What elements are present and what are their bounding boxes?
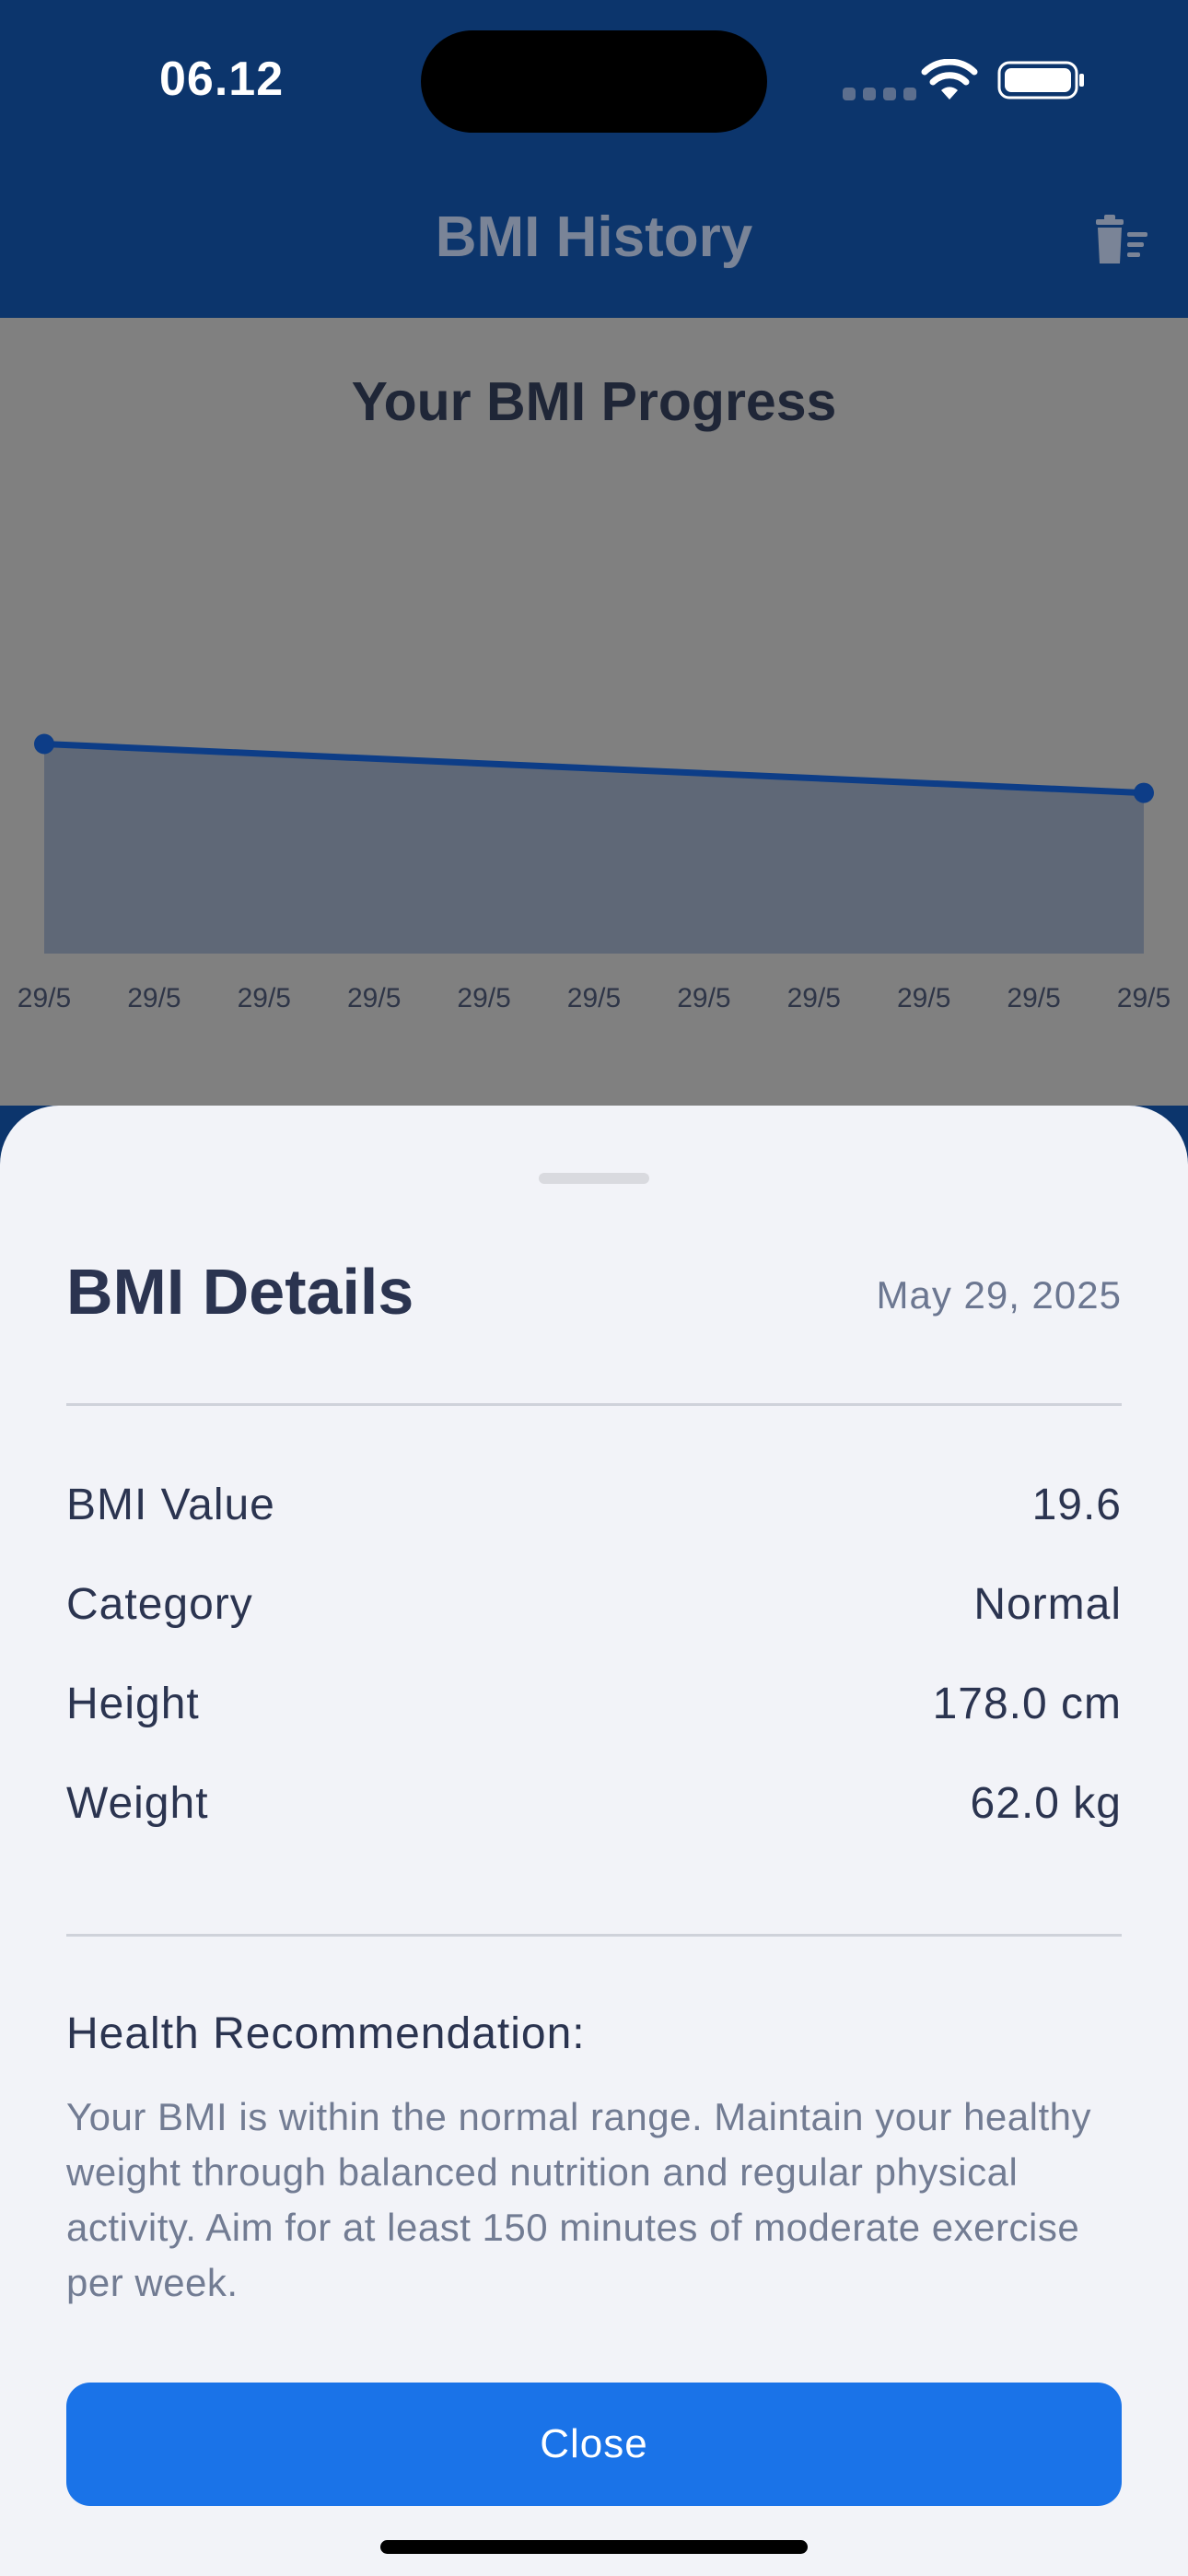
height-label: Height bbox=[66, 1680, 200, 1728]
battery-icon bbox=[997, 61, 1084, 100]
divider-bottom bbox=[66, 1934, 1122, 1937]
weight-value: 62.0 kg bbox=[970, 1779, 1122, 1828]
bmi-progress-chart: 29/5 29/5 29/5 29/5 29/5 29/5 29/5 29/5 29/5 29/5… bbox=[17, 733, 1171, 1013]
wifi-icon bbox=[921, 59, 978, 100]
recommendation-heading: Health Recommendation: bbox=[66, 2009, 586, 2058]
home-indicator[interactable] bbox=[380, 2540, 808, 2554]
x-tick-label: 29/5 bbox=[457, 983, 510, 1013]
sheet-date: May 29, 2025 bbox=[876, 1273, 1122, 1317]
divider-top bbox=[66, 1403, 1122, 1406]
x-tick-label: 29/5 bbox=[787, 983, 841, 1013]
cellular-signal-icon bbox=[843, 88, 916, 100]
height-value: 178.0 cm bbox=[932, 1680, 1122, 1728]
recommendation-text: Your BMI is within the normal range. Mai… bbox=[66, 2095, 1092, 2304]
x-tick-label: 29/5 bbox=[127, 983, 181, 1013]
x-tick-label: 29/5 bbox=[1117, 983, 1171, 1013]
page-title: BMI History bbox=[435, 205, 753, 269]
chart-area-fill bbox=[44, 744, 1144, 954]
x-tick-label: 29/5 bbox=[677, 983, 730, 1013]
weight-label: Weight bbox=[66, 1779, 209, 1828]
dynamic-island bbox=[421, 30, 767, 133]
chart-point-1[interactable] bbox=[1134, 782, 1154, 803]
screen: 06.12 BMI History Your BMI Progress 29/5… bbox=[0, 0, 1188, 2576]
x-tick-label: 29/5 bbox=[897, 983, 950, 1013]
sheet-title: BMI Details bbox=[66, 1256, 414, 1328]
trash-icon[interactable] bbox=[1092, 212, 1151, 267]
x-tick-label: 29/5 bbox=[1007, 983, 1060, 1013]
x-tick-label: 29/5 bbox=[567, 983, 621, 1013]
x-tick-label: 29/5 bbox=[347, 983, 401, 1013]
chart-point-0[interactable] bbox=[34, 733, 54, 755]
close-button[interactable]: Close bbox=[66, 2383, 1122, 2506]
category-value: Normal bbox=[973, 1580, 1122, 1629]
bmi-value-label: BMI Value bbox=[66, 1481, 275, 1529]
category-label: Category bbox=[66, 1580, 253, 1629]
status-time: 06.12 bbox=[159, 53, 285, 106]
x-tick-label: 29/5 bbox=[17, 983, 71, 1013]
x-tick-label: 29/5 bbox=[238, 983, 291, 1013]
bmi-value: 19.6 bbox=[1031, 1481, 1122, 1529]
sheet-grabber[interactable] bbox=[539, 1173, 649, 1184]
